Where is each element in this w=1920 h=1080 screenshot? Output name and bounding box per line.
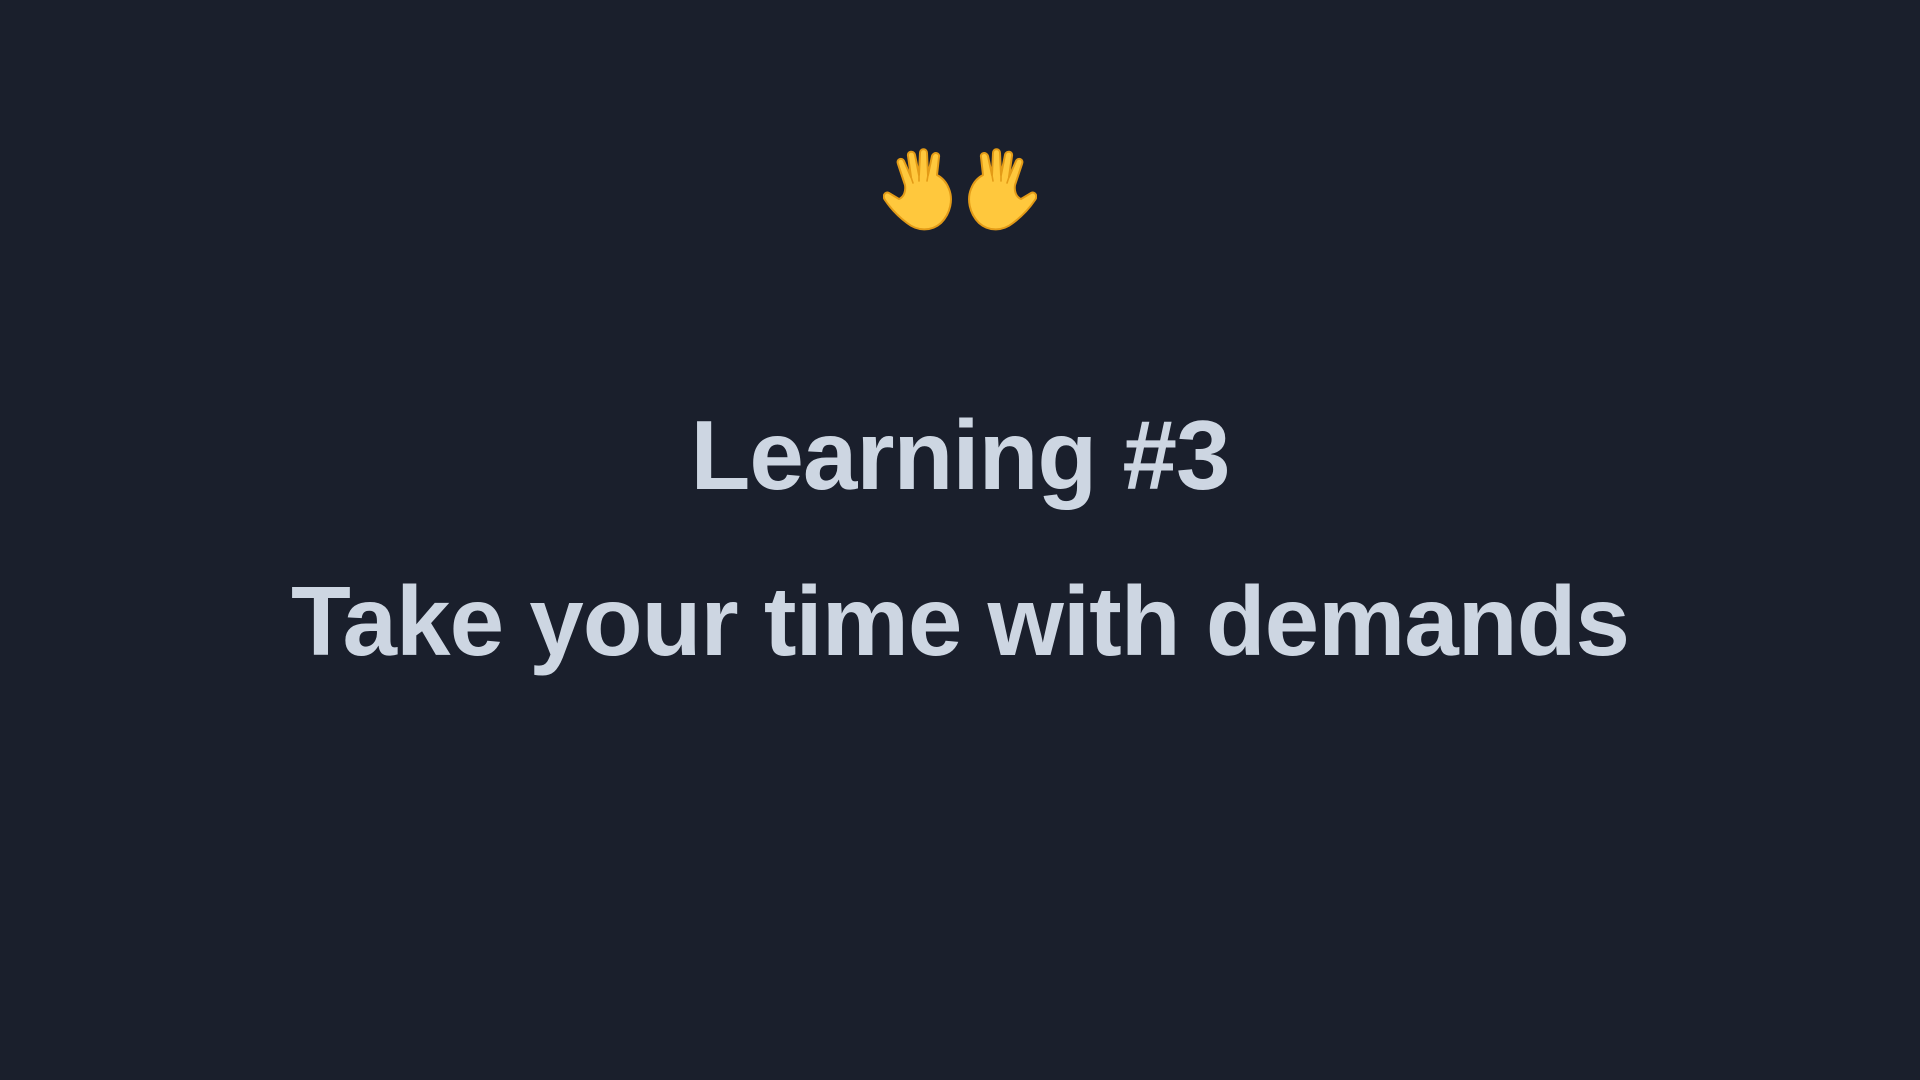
slide-subtitle: Take your time with demands <box>290 566 1630 676</box>
slide: Learning #3 Take your time with demands <box>0 0 1920 1080</box>
emoji-container <box>0 140 1920 240</box>
open-hands-icon <box>883 145 1037 235</box>
slide-title: Learning #3 <box>690 400 1230 510</box>
left-hand-icon <box>883 148 952 231</box>
right-hand-icon <box>968 148 1037 231</box>
